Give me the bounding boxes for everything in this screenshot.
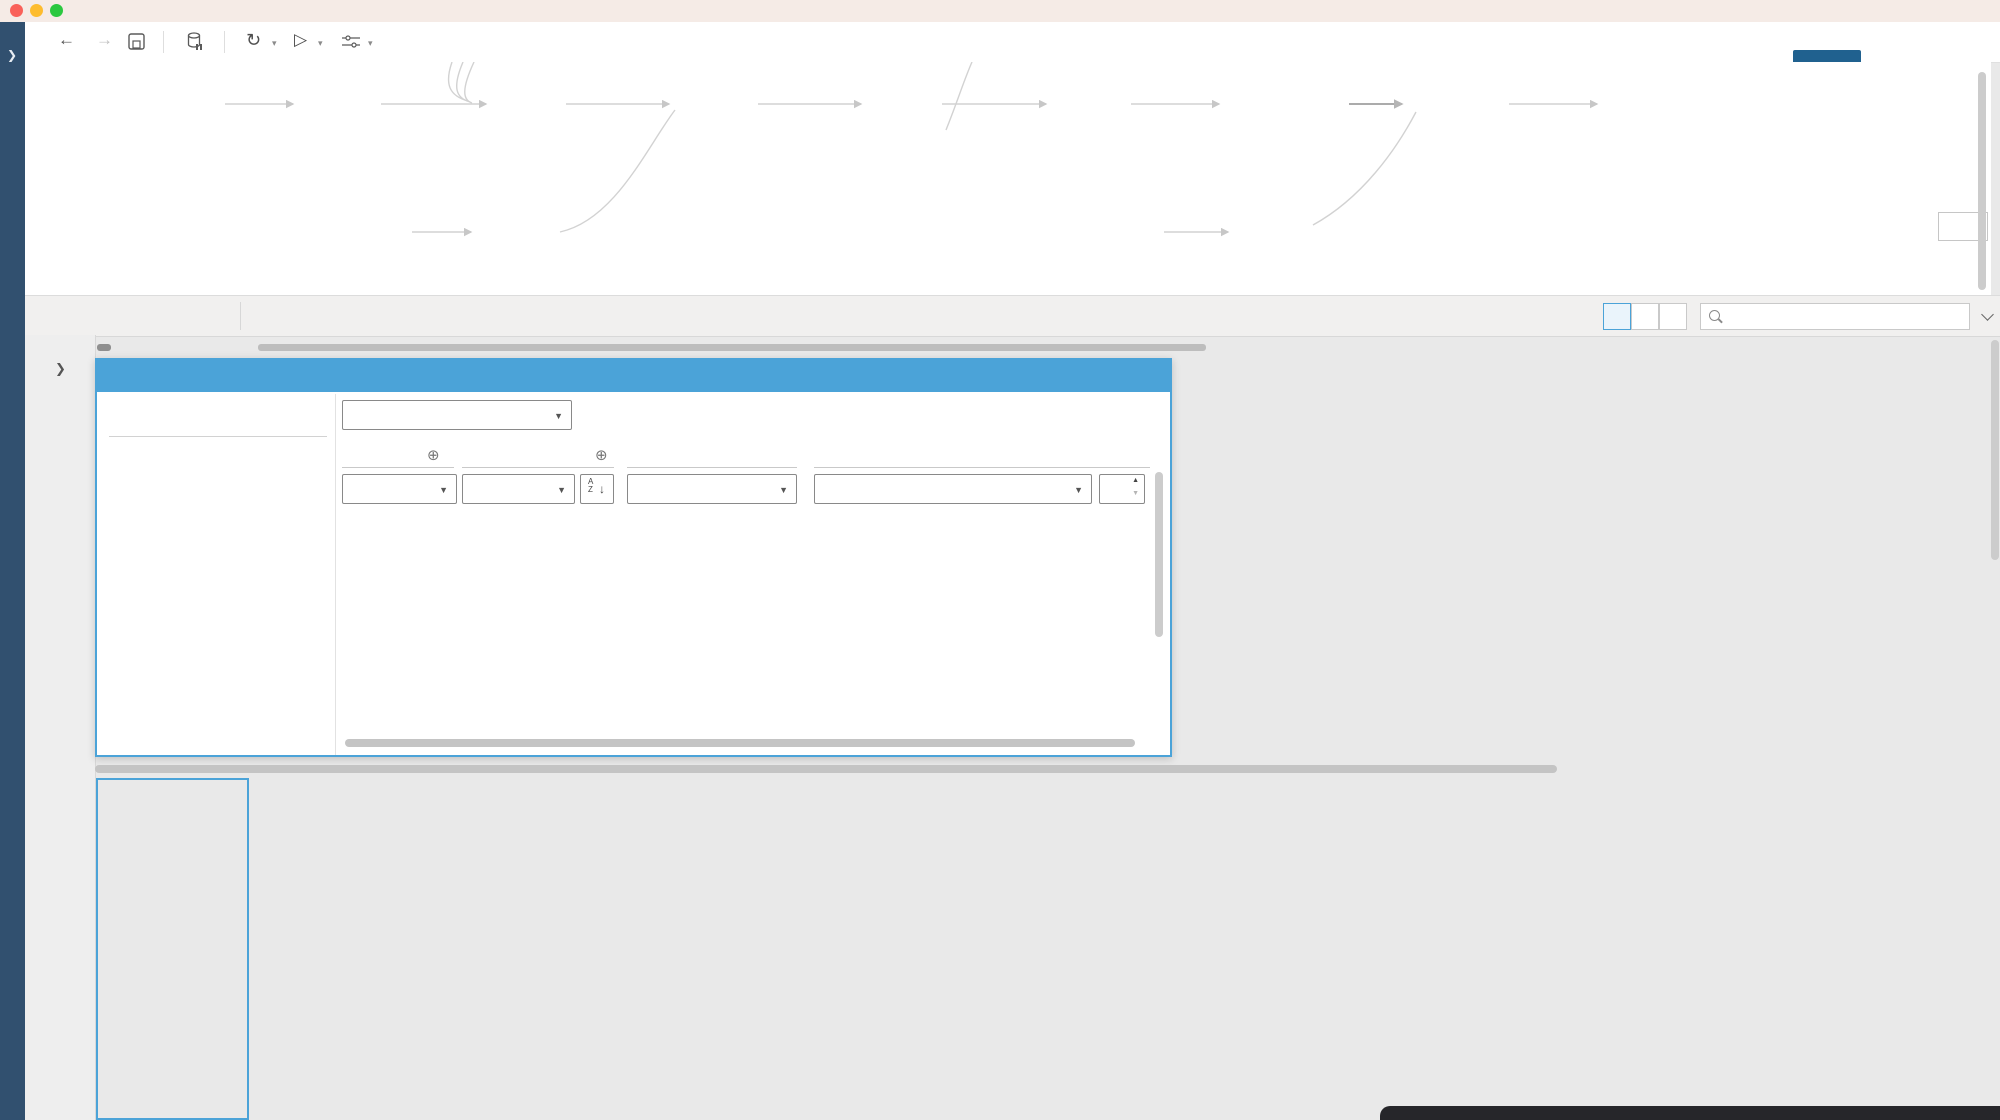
order-by-select[interactable]: ▼	[462, 474, 575, 504]
refresh-icon[interactable]: ↻	[246, 30, 261, 51]
profile-pane-scrollbar[interactable]	[258, 344, 1206, 351]
toolbar-divider	[163, 31, 164, 53]
expand-changes-icon[interactable]: ❯	[55, 361, 66, 377]
refresh-dropdown-icon[interactable]: ▾	[272, 38, 277, 49]
toolbar-divider	[224, 31, 225, 53]
divider	[335, 394, 336, 755]
group-by-add-icon[interactable]: ⊕	[427, 446, 440, 464]
sort-arrow-icon: ↓	[599, 482, 605, 496]
search-box	[1700, 303, 1970, 330]
settings-dropdown-icon[interactable]: ▾	[368, 38, 373, 49]
chevron-down-icon: ▼	[439, 485, 448, 495]
search-input[interactable]	[1729, 305, 1963, 328]
minimize-window-icon[interactable]	[30, 4, 43, 17]
chevron-down-icon: ▼	[1074, 485, 1083, 495]
divider	[462, 467, 614, 468]
flow-pane	[25, 62, 1991, 295]
data-pause-icon[interactable]	[187, 32, 203, 51]
difference-from-dialog: ▼ ⊕ ⊕ ▼ ▼ AZ ↓ ▼ ▼ ▲ ▼	[95, 358, 1172, 757]
changes-panel-collapsed: ❯	[25, 335, 96, 1120]
data-pane-horizontal-scrollbar[interactable]	[95, 765, 1557, 773]
step-toolbar	[25, 295, 2000, 337]
dialog-header	[97, 360, 1170, 392]
expand-connections-icon[interactable]: ❯	[7, 48, 17, 62]
divider	[814, 467, 1150, 468]
settings-sliders-icon[interactable]	[342, 35, 360, 49]
dialog-vertical-scrollbar[interactable]	[1155, 472, 1163, 637]
spinner-down-icon[interactable]: ▼	[1132, 490, 1139, 497]
flow-vertical-scrollbar[interactable]	[1978, 72, 1986, 290]
undo-icon[interactable]: ←	[58, 30, 75, 50]
divider	[342, 467, 454, 468]
main-toolbar: ← → ↻ ▾ ▷ ▾ ▾	[0, 22, 2000, 76]
group-by-select[interactable]: ▼	[342, 474, 457, 504]
chevron-down-icon: ▼	[779, 485, 788, 495]
run-flow-icon[interactable]: ▷	[294, 30, 307, 50]
connections-rail: ❯	[0, 22, 25, 1120]
calculation-histogram	[109, 458, 324, 593]
order-by-add-icon[interactable]: ⊕	[595, 446, 608, 464]
chevron-down-icon: ▼	[554, 411, 563, 421]
dialog-horizontal-scrollbar[interactable]	[345, 739, 1135, 747]
toolbar-divider	[240, 302, 241, 330]
calculation-type-select[interactable]: ▼	[342, 400, 572, 430]
save-icon[interactable]	[128, 33, 145, 50]
offset-spinner[interactable]: ▲ ▼	[1099, 474, 1145, 504]
profile-cards-vertical-scrollbar[interactable]	[1991, 340, 1999, 560]
collapse-pane-icon[interactable]	[1981, 308, 1994, 321]
sort-az-icon: AZ	[588, 477, 594, 494]
close-window-icon[interactable]	[10, 4, 23, 17]
dock	[1380, 1106, 2000, 1120]
view-profile-pane-toggle[interactable]	[1603, 303, 1631, 330]
divider	[109, 436, 327, 437]
chevron-down-icon: ▼	[557, 485, 566, 495]
divider	[627, 467, 797, 468]
compute-using-select[interactable]: ▼	[627, 474, 797, 504]
view-grid-toggle[interactable]	[1631, 303, 1659, 330]
view-list-toggle[interactable]	[1659, 303, 1687, 330]
profile-pane-scrollbar-thumb[interactable]	[97, 344, 111, 351]
selected-column-outline	[96, 778, 249, 1120]
calculation-preview-rows	[342, 506, 1154, 738]
window-titlebar	[0, 0, 2000, 23]
sort-order-button[interactable]: AZ ↓	[580, 474, 614, 504]
difference-from-select[interactable]: ▼	[814, 474, 1092, 504]
redo-icon[interactable]: →	[96, 30, 113, 50]
search-icon	[1709, 310, 1720, 321]
step-meta	[110, 308, 113, 322]
zoom-window-icon[interactable]	[50, 4, 63, 17]
run-dropdown-icon[interactable]: ▾	[318, 38, 323, 49]
spinner-up-icon[interactable]: ▲	[1132, 477, 1139, 484]
